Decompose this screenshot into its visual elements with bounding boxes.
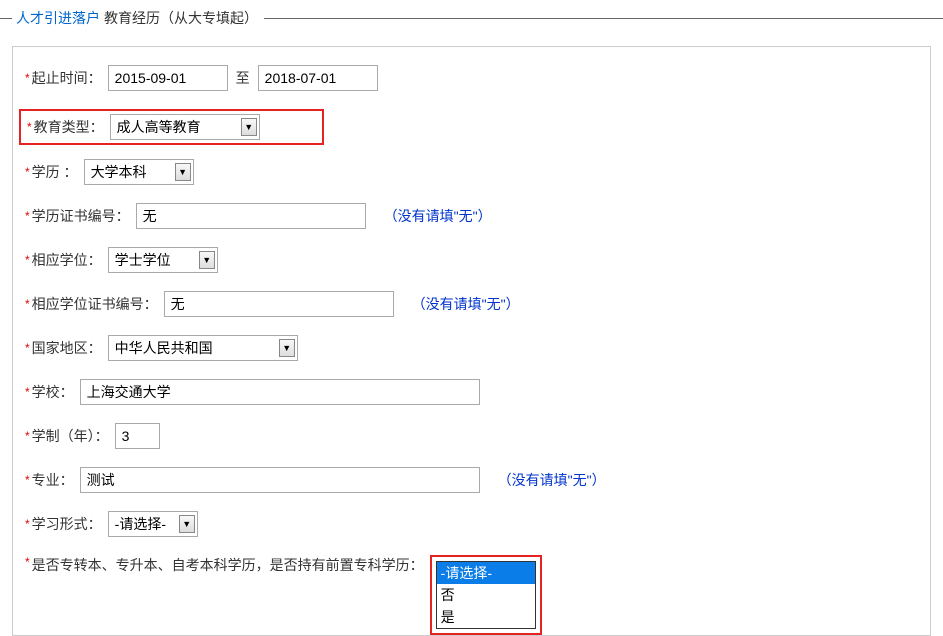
label-to: 至 (236, 68, 250, 88)
row-country: * 国家地区： 中华人民共和国 ▼ (25, 335, 918, 361)
dropdown-option-placeholder[interactable]: -请选择- (437, 562, 535, 584)
required-star: * (25, 165, 30, 179)
hint-none: （没有请填"无"） (384, 206, 492, 226)
years-input[interactable] (115, 423, 160, 449)
row-rel-degree: * 相应学位： 学士学位 ▼ (25, 247, 918, 273)
label-major: 专业： (32, 470, 74, 490)
required-star: * (25, 385, 30, 399)
label-rel-degree: 相应学位： (32, 250, 102, 270)
dropdown-list: -请选择- 否 是 (436, 561, 536, 629)
edu-type-value: 成人高等教育 (117, 117, 201, 137)
label-years: 学制（年）： (32, 426, 109, 446)
label-period: 起止时间： (32, 68, 102, 88)
study-mode-value: -请选择- (115, 514, 166, 534)
required-star: * (25, 341, 30, 355)
header-title-blue: 人才引进落户 (16, 8, 100, 28)
edu-type-select[interactable]: 成人高等教育 ▼ (110, 114, 260, 140)
label-school: 学校： (32, 382, 74, 402)
label-study-mode: 学习形式： (32, 514, 102, 534)
dropdown-option-yes[interactable]: 是 (437, 606, 535, 628)
degree-cert-input[interactable] (136, 203, 366, 229)
row-period: * 起止时间： 至 (25, 65, 918, 91)
chevron-down-icon: ▼ (175, 163, 191, 181)
school-input[interactable] (80, 379, 480, 405)
label-edu-type: 教育类型： (34, 117, 104, 137)
dropdown-option-no[interactable]: 否 (437, 584, 535, 606)
row-school: * 学校： (25, 379, 918, 405)
required-star: * (27, 120, 32, 134)
study-mode-select[interactable]: -请选择- ▼ (108, 511, 198, 537)
label-degree: 学历 ： (32, 162, 78, 182)
required-star: * (25, 517, 30, 531)
degree-select[interactable]: 大学本科 ▼ (84, 159, 194, 185)
chevron-down-icon: ▼ (179, 515, 195, 533)
label-rel-degree-cert: 相应学位证书编号： (32, 294, 158, 314)
row-degree: * 学历 ： 大学本科 ▼ (25, 159, 918, 185)
required-star: * (25, 473, 30, 487)
row-years: * 学制（年）： (25, 423, 918, 449)
row-edu-type: * 教育类型： 成人高等教育 ▼ (25, 109, 918, 145)
hint-none: （没有请填"无"） (412, 294, 520, 314)
row-degree-cert: * 学历证书编号： （没有请填"无"） (25, 203, 918, 229)
form-container: * 起止时间： 至 * 教育类型： 成人高等教育 ▼ * 学历 ： 大学本科 ▼… (12, 46, 931, 636)
required-star: * (25, 429, 30, 443)
label-special-question: 是否专转本、专升本、自考本科学历，是否持有前置专科学历： (32, 555, 424, 575)
start-date-input[interactable] (108, 65, 228, 91)
label-degree-cert: 学历证书编号： (32, 206, 130, 226)
chevron-down-icon: ▼ (279, 339, 295, 357)
rel-degree-value: 学士学位 (115, 250, 171, 270)
country-value: 中华人民共和国 (115, 338, 213, 358)
rel-degree-cert-input[interactable] (164, 291, 394, 317)
row-major: * 专业： （没有请填"无"） (25, 467, 918, 493)
row-rel-degree-cert: * 相应学位证书编号： （没有请填"无"） (25, 291, 918, 317)
required-star: * (25, 253, 30, 267)
country-select[interactable]: 中华人民共和国 ▼ (108, 335, 298, 361)
special-dropdown[interactable]: -请选择- 否 是 (436, 561, 536, 629)
required-star: * (25, 209, 30, 223)
section-header: 人才引进落户 教育经历（从大专填起） (0, 0, 943, 36)
required-star: * (25, 71, 30, 85)
special-dropdown-highlight-box: -请选择- 否 是 (430, 555, 542, 635)
header-line-right (264, 18, 943, 19)
row-special-question: * 是否专转本、专升本、自考本科学历，是否持有前置专科学历： -请选择- 否 是 (25, 555, 918, 635)
required-star: * (25, 297, 30, 311)
hint-none: （没有请填"无"） (498, 470, 606, 490)
row-study-mode: * 学习形式： -请选择- ▼ (25, 511, 918, 537)
chevron-down-icon: ▼ (241, 118, 257, 136)
edu-type-highlight-box: * 教育类型： 成人高等教育 ▼ (19, 109, 324, 145)
major-input[interactable] (80, 467, 480, 493)
label-country: 国家地区： (32, 338, 102, 358)
rel-degree-select[interactable]: 学士学位 ▼ (108, 247, 218, 273)
required-star: * (25, 555, 30, 569)
header-title-black: 教育经历（从大专填起） (104, 8, 258, 28)
degree-value: 大学本科 (91, 162, 147, 182)
chevron-down-icon: ▼ (199, 251, 215, 269)
end-date-input[interactable] (258, 65, 378, 91)
header-line-left (0, 18, 12, 19)
